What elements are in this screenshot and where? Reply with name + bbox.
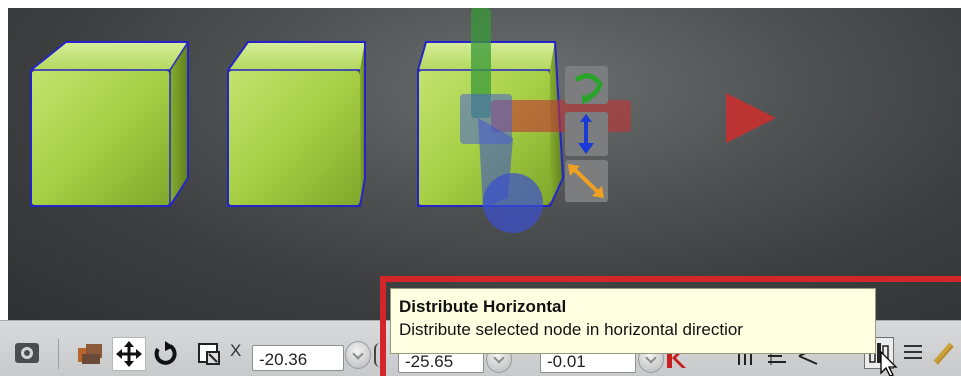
cube-1[interactable] (30, 41, 189, 207)
node-select-icon[interactable] (194, 339, 224, 369)
screenshot-frame: X -20.36 -25.65 Z -0.01 (0, 0, 961, 376)
snap-icon[interactable] (930, 339, 956, 367)
scale-gizmo-icon[interactable] (565, 160, 608, 202)
x-spinner-button[interactable] (345, 341, 371, 369)
cube-2[interactable] (227, 41, 366, 207)
viewport-camera-icon[interactable] (12, 339, 42, 367)
y-axis-label-partial (374, 343, 382, 367)
rotate-gizmo-icon[interactable] (565, 66, 608, 104)
move-vertical-gizmo-icon[interactable] (565, 112, 608, 156)
x-axis-label: X (230, 341, 242, 360)
mouse-cursor-icon (880, 350, 900, 376)
tooltip-distribute-horizontal: Distribute Horizontal Distribute selecte… (390, 288, 876, 354)
x-coordinate-field[interactable]: -20.36 (252, 345, 344, 371)
toolbar-separator (58, 339, 59, 369)
select-bricks-icon[interactable] (74, 339, 108, 369)
move-tool-icon[interactable] (112, 337, 146, 371)
distribute-vertical-icon[interactable] (900, 339, 926, 367)
tooltip-body: Distribute selected node in horizontal d… (399, 320, 743, 339)
3d-viewport[interactable] (8, 8, 961, 320)
rotate-tool-icon[interactable] (150, 339, 180, 369)
tooltip-title: Distribute Horizontal (399, 297, 567, 316)
